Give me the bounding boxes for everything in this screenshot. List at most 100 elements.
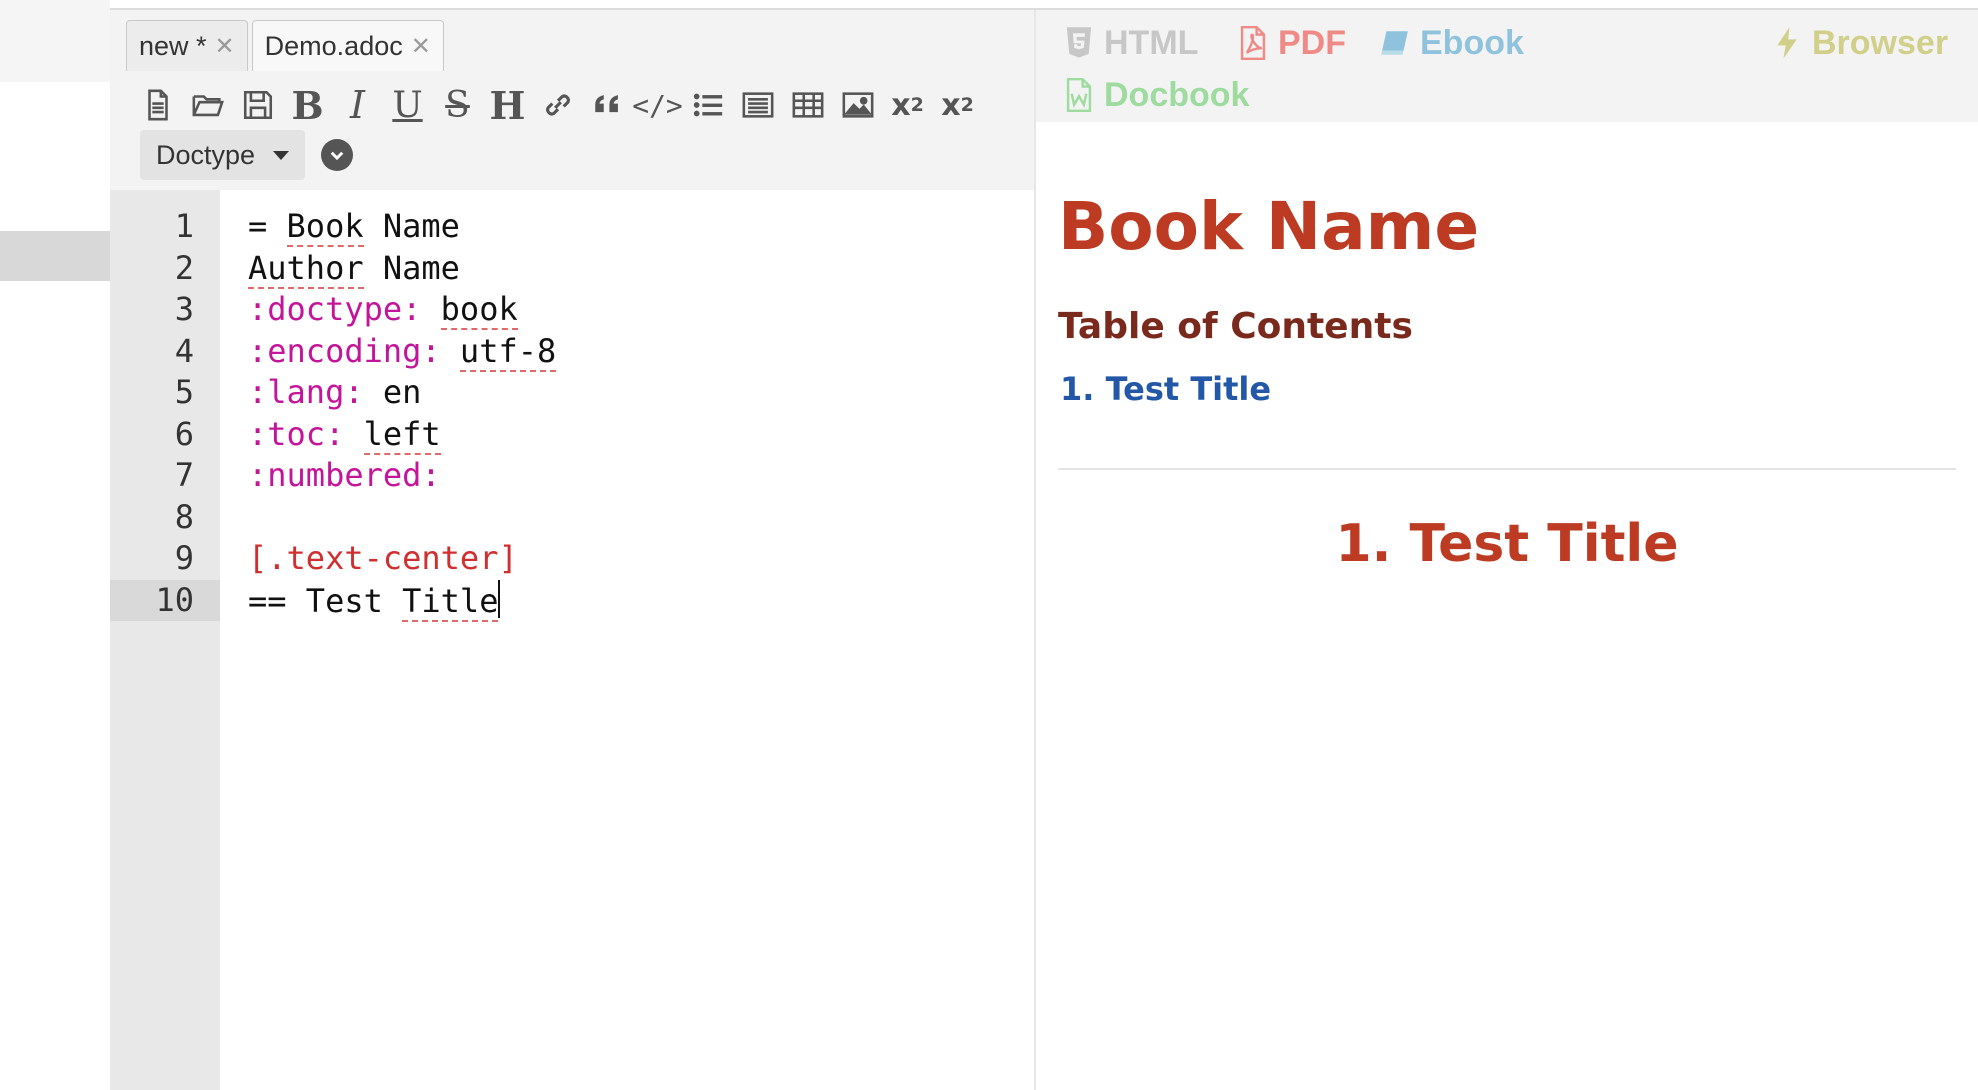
new-file-icon[interactable] bbox=[138, 83, 177, 127]
code-token: utf-8 bbox=[459, 331, 557, 372]
code-line[interactable]: :encoding: utf-8 bbox=[248, 331, 557, 373]
bolt-icon bbox=[1777, 27, 1797, 59]
preview-toc-title: Table of Contents bbox=[1058, 306, 1413, 347]
code-token: Book bbox=[286, 207, 364, 247]
line-number: 7 bbox=[110, 455, 194, 497]
numbered-list-icon[interactable] bbox=[738, 83, 777, 127]
tab-demo-adoc[interactable]: Demo.adoc ✕ bbox=[251, 20, 444, 71]
subscript-icon[interactable]: x2 bbox=[888, 83, 927, 127]
editor-pane: new * ✕ Demo.adoc ✕ B I U S H </> x 2 x … bbox=[110, 10, 1035, 1090]
code-line[interactable]: :lang: en bbox=[248, 372, 421, 414]
export-docbook-button[interactable]: Docbook bbox=[1064, 72, 1249, 118]
preview-toc-link[interactable]: 1. Test Title bbox=[1060, 370, 1271, 408]
caret-down-icon bbox=[273, 150, 290, 160]
line-number-text: 1 bbox=[174, 207, 194, 245]
preview-pane: Book Name Table of Contents 1. Test Titl… bbox=[1036, 122, 1978, 1090]
line-number-text: 2 bbox=[174, 248, 194, 287]
tab-label: Demo.adoc bbox=[264, 30, 403, 61]
line-number-text: 4 bbox=[174, 331, 194, 370]
line-number-text: 8 bbox=[174, 497, 194, 536]
code-icon[interactable]: </> bbox=[632, 83, 683, 127]
book-icon bbox=[1381, 31, 1408, 55]
superscript-icon[interactable]: x2 bbox=[938, 83, 977, 127]
export-html-button[interactable]: HTML bbox=[1064, 20, 1198, 66]
code-icon-label: </> bbox=[632, 88, 683, 122]
line-number: 6 bbox=[110, 414, 194, 456]
export-browser-label: Browser bbox=[1812, 23, 1949, 62]
superscript-label: x bbox=[941, 87, 961, 123]
line-number-text: 6 bbox=[174, 414, 194, 453]
code-token: Author bbox=[248, 248, 364, 289]
line-number: 1 bbox=[110, 206, 194, 248]
left-sidebar-selected-item[interactable] bbox=[0, 231, 110, 281]
pdf-file-icon bbox=[1240, 26, 1266, 60]
export-html-label: HTML bbox=[1104, 23, 1199, 62]
line-number: 4 bbox=[110, 331, 194, 373]
line-number: 8 bbox=[110, 497, 194, 539]
close-icon[interactable]: ✕ bbox=[215, 32, 235, 61]
code-token: [.text-center] bbox=[248, 539, 518, 577]
strikethrough-icon[interactable]: S bbox=[438, 83, 477, 127]
code-token: :toc: bbox=[248, 414, 345, 453]
code-token: :lang: bbox=[248, 373, 364, 411]
line-number-text: 3 bbox=[174, 290, 194, 328]
quote-icon[interactable] bbox=[588, 83, 627, 127]
doctype-dropdown[interactable]: Doctype bbox=[140, 130, 306, 180]
export-browser-button[interactable]: Browser bbox=[1772, 20, 1948, 66]
export-ebook-label: Ebook bbox=[1420, 23, 1524, 62]
export-pdf-label: PDF bbox=[1278, 23, 1346, 62]
superscript-suffix: 2 bbox=[960, 94, 974, 116]
export-docbook-label: Docbook bbox=[1104, 75, 1250, 114]
code-line[interactable]: [.text-center] bbox=[248, 538, 518, 580]
line-number: 9 bbox=[110, 538, 194, 580]
table-icon[interactable] bbox=[788, 83, 827, 127]
code-line[interactable]: = Book Name bbox=[248, 206, 460, 248]
preview-book-title: Book Name bbox=[1058, 188, 1480, 265]
heading-icon[interactable]: H bbox=[488, 83, 527, 128]
export-ebook-button[interactable]: Ebook bbox=[1380, 20, 1524, 66]
code-line[interactable]: :doctype: book bbox=[248, 289, 518, 331]
underline-icon[interactable]: U bbox=[388, 83, 427, 127]
bold-icon[interactable]: B bbox=[288, 83, 327, 128]
line-number: 10 bbox=[110, 579, 220, 621]
line-number: 3 bbox=[110, 289, 194, 331]
doctype-row: Doctype bbox=[140, 130, 354, 180]
line-number-text: 10 bbox=[155, 580, 194, 619]
code-line[interactable]: :numbered: bbox=[248, 455, 441, 497]
code-line[interactable]: :toc: left bbox=[248, 414, 441, 456]
italic-icon[interactable]: I bbox=[338, 83, 377, 127]
line-number: 5 bbox=[110, 372, 194, 414]
tab-new[interactable]: new * ✕ bbox=[126, 20, 248, 71]
image-icon[interactable] bbox=[838, 83, 877, 127]
code-token: Name bbox=[363, 248, 460, 287]
code-token: Title bbox=[402, 581, 499, 622]
code-token: book bbox=[440, 290, 518, 330]
bullet-list-icon[interactable] bbox=[688, 83, 727, 127]
line-number-text: 9 bbox=[174, 539, 194, 577]
save-icon[interactable] bbox=[238, 83, 277, 127]
close-icon[interactable]: ✕ bbox=[411, 32, 431, 61]
chevron-down-circle-icon[interactable] bbox=[321, 139, 354, 171]
link-icon[interactable] bbox=[538, 83, 577, 127]
app-window: new * ✕ Demo.adoc ✕ B I U S H </> x 2 x … bbox=[0, 0, 1978, 1090]
tab-label: new * bbox=[139, 30, 207, 61]
html5-icon bbox=[1066, 27, 1092, 58]
word-file-icon bbox=[1066, 78, 1092, 112]
export-pdf-button[interactable]: PDF bbox=[1238, 20, 1346, 66]
code-token: = bbox=[248, 207, 287, 245]
doctype-label: Doctype bbox=[156, 139, 256, 170]
editor-tabs: new * ✕ Demo.adoc ✕ bbox=[126, 20, 444, 72]
subscript-label: x bbox=[891, 87, 911, 123]
code-line[interactable]: Author Name bbox=[248, 248, 460, 290]
code-token: :doctype: bbox=[248, 290, 422, 328]
line-number-text: 5 bbox=[174, 373, 194, 411]
preview-divider bbox=[1058, 468, 1956, 470]
open-folder-icon[interactable] bbox=[188, 83, 227, 127]
line-number-text: 7 bbox=[174, 456, 194, 494]
code-token: == Test bbox=[248, 581, 403, 620]
code-line[interactable]: == Test Title bbox=[248, 579, 501, 622]
subscript-suffix: 2 bbox=[910, 94, 924, 116]
